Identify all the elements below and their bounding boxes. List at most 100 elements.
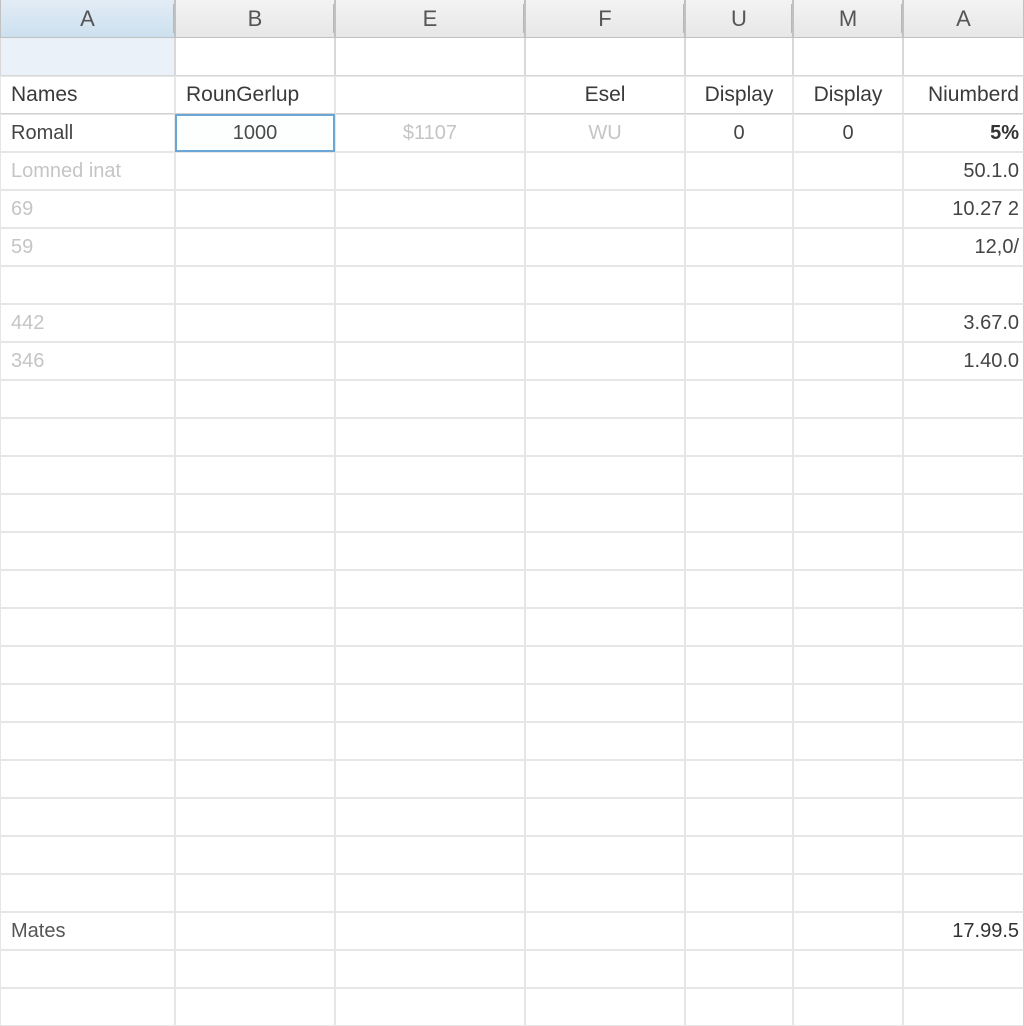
cell[interactable] <box>525 684 685 722</box>
cell[interactable] <box>685 912 793 950</box>
cell[interactable] <box>335 342 525 380</box>
cell[interactable] <box>793 950 903 988</box>
header-display-1[interactable]: Display <box>685 76 793 114</box>
cell[interactable] <box>175 570 335 608</box>
cell[interactable] <box>685 722 793 760</box>
cell[interactable] <box>793 646 903 684</box>
cell[interactable] <box>903 798 1024 836</box>
cell[interactable] <box>335 950 525 988</box>
cell[interactable] <box>903 380 1024 418</box>
col-header-B[interactable]: B <box>175 0 335 38</box>
cell[interactable] <box>0 874 175 912</box>
cell[interactable] <box>175 798 335 836</box>
selected-cell[interactable]: 1000 <box>175 114 335 152</box>
cell[interactable] <box>335 912 525 950</box>
cell[interactable] <box>685 950 793 988</box>
cell[interactable]: 69 <box>0 190 175 228</box>
cell[interactable]: 59 <box>0 228 175 266</box>
cell[interactable] <box>903 684 1024 722</box>
cell[interactable] <box>685 988 793 1026</box>
cell[interactable] <box>175 950 335 988</box>
cell[interactable] <box>793 266 903 304</box>
cell[interactable] <box>793 380 903 418</box>
cell[interactable]: 10.27 2 <box>903 190 1024 228</box>
cell[interactable] <box>685 304 793 342</box>
cell[interactable] <box>335 152 525 190</box>
cell[interactable] <box>0 608 175 646</box>
cell[interactable] <box>525 38 685 76</box>
cell[interactable] <box>793 494 903 532</box>
cell[interactable] <box>335 456 525 494</box>
cell[interactable] <box>793 152 903 190</box>
cell[interactable]: 17.99.5 <box>903 912 1024 950</box>
cell[interactable] <box>525 570 685 608</box>
cell[interactable] <box>525 494 685 532</box>
cell[interactable] <box>685 836 793 874</box>
cell[interactable] <box>175 190 335 228</box>
cell[interactable] <box>685 152 793 190</box>
cell[interactable] <box>685 342 793 380</box>
cell[interactable] <box>685 456 793 494</box>
cell[interactable] <box>793 798 903 836</box>
cell[interactable] <box>335 228 525 266</box>
cell[interactable]: Lomned inat <box>0 152 175 190</box>
cell[interactable]: 12,0/ <box>903 228 1024 266</box>
cell[interactable] <box>335 836 525 874</box>
header-display-2[interactable]: Display <box>793 76 903 114</box>
cell[interactable] <box>525 190 685 228</box>
cell[interactable] <box>335 494 525 532</box>
cell[interactable] <box>525 342 685 380</box>
cell[interactable] <box>175 266 335 304</box>
cell[interactable] <box>335 38 525 76</box>
cell[interactable] <box>0 456 175 494</box>
cell[interactable] <box>685 570 793 608</box>
cell[interactable] <box>0 950 175 988</box>
cell[interactable] <box>0 760 175 798</box>
cell[interactable] <box>335 570 525 608</box>
cell[interactable] <box>793 456 903 494</box>
cell-mates[interactable]: Mates <box>0 912 175 950</box>
cell[interactable] <box>685 646 793 684</box>
cell[interactable] <box>335 874 525 912</box>
cell[interactable] <box>685 760 793 798</box>
cell[interactable] <box>525 228 685 266</box>
cell[interactable] <box>175 684 335 722</box>
cell[interactable] <box>335 266 525 304</box>
cell[interactable] <box>0 380 175 418</box>
cell[interactable]: 50.1.0 <box>903 152 1024 190</box>
col-header-F[interactable]: F <box>525 0 685 38</box>
cell[interactable] <box>175 228 335 266</box>
cell[interactable] <box>525 608 685 646</box>
cell[interactable] <box>335 760 525 798</box>
cell[interactable] <box>903 570 1024 608</box>
cell[interactable] <box>793 418 903 456</box>
cell[interactable] <box>335 988 525 1026</box>
cell[interactable] <box>525 456 685 494</box>
cell[interactable]: 442 <box>0 304 175 342</box>
col-header-U[interactable]: U <box>685 0 793 38</box>
cell[interactable] <box>175 418 335 456</box>
cell[interactable] <box>685 798 793 836</box>
cell[interactable] <box>0 836 175 874</box>
cell[interactable] <box>335 722 525 760</box>
cell[interactable] <box>793 874 903 912</box>
cell[interactable] <box>685 38 793 76</box>
cell[interactable] <box>685 608 793 646</box>
header-niumberd[interactable]: Niumberd <box>903 76 1024 114</box>
cell[interactable] <box>903 532 1024 570</box>
cell[interactable] <box>793 836 903 874</box>
cell[interactable]: 5% <box>903 114 1024 152</box>
cell[interactable] <box>335 798 525 836</box>
cell[interactable] <box>685 380 793 418</box>
cell[interactable]: 1.40.0 <box>903 342 1024 380</box>
cell[interactable] <box>175 722 335 760</box>
cell[interactable] <box>525 760 685 798</box>
cell[interactable] <box>175 38 335 76</box>
cell[interactable] <box>903 988 1024 1026</box>
cell[interactable] <box>0 494 175 532</box>
cell[interactable] <box>685 266 793 304</box>
cell[interactable] <box>0 266 175 304</box>
cell[interactable] <box>793 722 903 760</box>
cell[interactable] <box>525 836 685 874</box>
cell[interactable] <box>0 38 175 76</box>
